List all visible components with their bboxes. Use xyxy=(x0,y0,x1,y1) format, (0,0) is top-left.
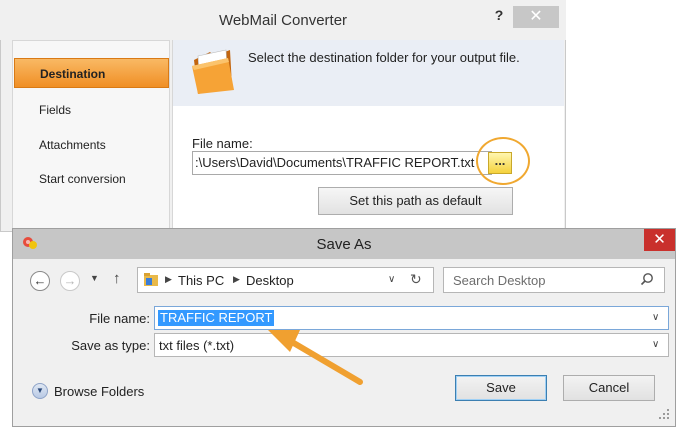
save-as-type-value[interactable]: txt files (*.txt) xyxy=(159,338,234,353)
browse-folders-button[interactable]: Browse Folders xyxy=(54,384,144,399)
save-as-type-label: Save as type: xyxy=(71,338,150,353)
search-placeholder: Search Desktop xyxy=(453,273,546,288)
set-default-path-button[interactable]: Set this path as default xyxy=(318,187,513,215)
up-folder-button[interactable]: ↑ xyxy=(113,270,121,287)
folder-location-icon xyxy=(144,273,158,286)
back-button[interactable]: ← xyxy=(30,271,50,291)
breadcrumb-desktop[interactable]: Desktop xyxy=(246,273,294,288)
resize-grip-icon[interactable] xyxy=(658,408,670,420)
refresh-button[interactable]: ↻ xyxy=(410,271,422,288)
sidebar-item-fields[interactable]: Fields xyxy=(14,95,169,125)
save-as-close-button[interactable]: ✕ xyxy=(644,229,675,251)
recent-locations-chevron-icon[interactable]: ▼ xyxy=(90,273,99,283)
cancel-button[interactable]: Cancel xyxy=(563,375,655,401)
annotation-arrow-icon xyxy=(268,330,363,385)
browse-folders-chevron-icon[interactable]: ▼ xyxy=(32,383,48,399)
file-name-label: File name: xyxy=(192,136,253,151)
sidebar-item-destination[interactable]: Destination xyxy=(14,58,169,88)
breadcrumb-this-pc[interactable]: This PC xyxy=(178,273,224,288)
help-button[interactable]: ? xyxy=(488,7,510,29)
file-name-dropdown-icon[interactable]: ∨ xyxy=(652,312,659,323)
save-as-type-dropdown-icon[interactable]: ∨ xyxy=(652,339,659,350)
address-dropdown-icon[interactable]: ∨ xyxy=(388,274,395,285)
save-as-title: Save As xyxy=(316,236,372,253)
save-button[interactable]: Save xyxy=(455,375,547,401)
forward-button[interactable]: → xyxy=(60,271,80,291)
file-path-input[interactable]: :\Users\David\Documents\TRAFFIC REPORT.t… xyxy=(192,151,492,175)
file-name-label: File name: xyxy=(89,311,150,326)
converter-title: WebMail Converter xyxy=(218,12,348,29)
sidebar-item-attachments[interactable]: Attachments xyxy=(14,130,169,160)
search-icon[interactable] xyxy=(640,272,654,286)
breadcrumb-separator-icon[interactable]: ▶ xyxy=(233,274,240,285)
folder-icon xyxy=(192,49,234,94)
highlight-circle xyxy=(476,137,530,185)
breadcrumb-separator-icon[interactable]: ▶ xyxy=(165,274,172,285)
converter-close-button[interactable]: ✕ xyxy=(513,6,559,28)
destination-heading: Select the destination folder for your o… xyxy=(248,50,520,65)
sidebar-item-start-conversion[interactable]: Start conversion xyxy=(14,164,169,194)
